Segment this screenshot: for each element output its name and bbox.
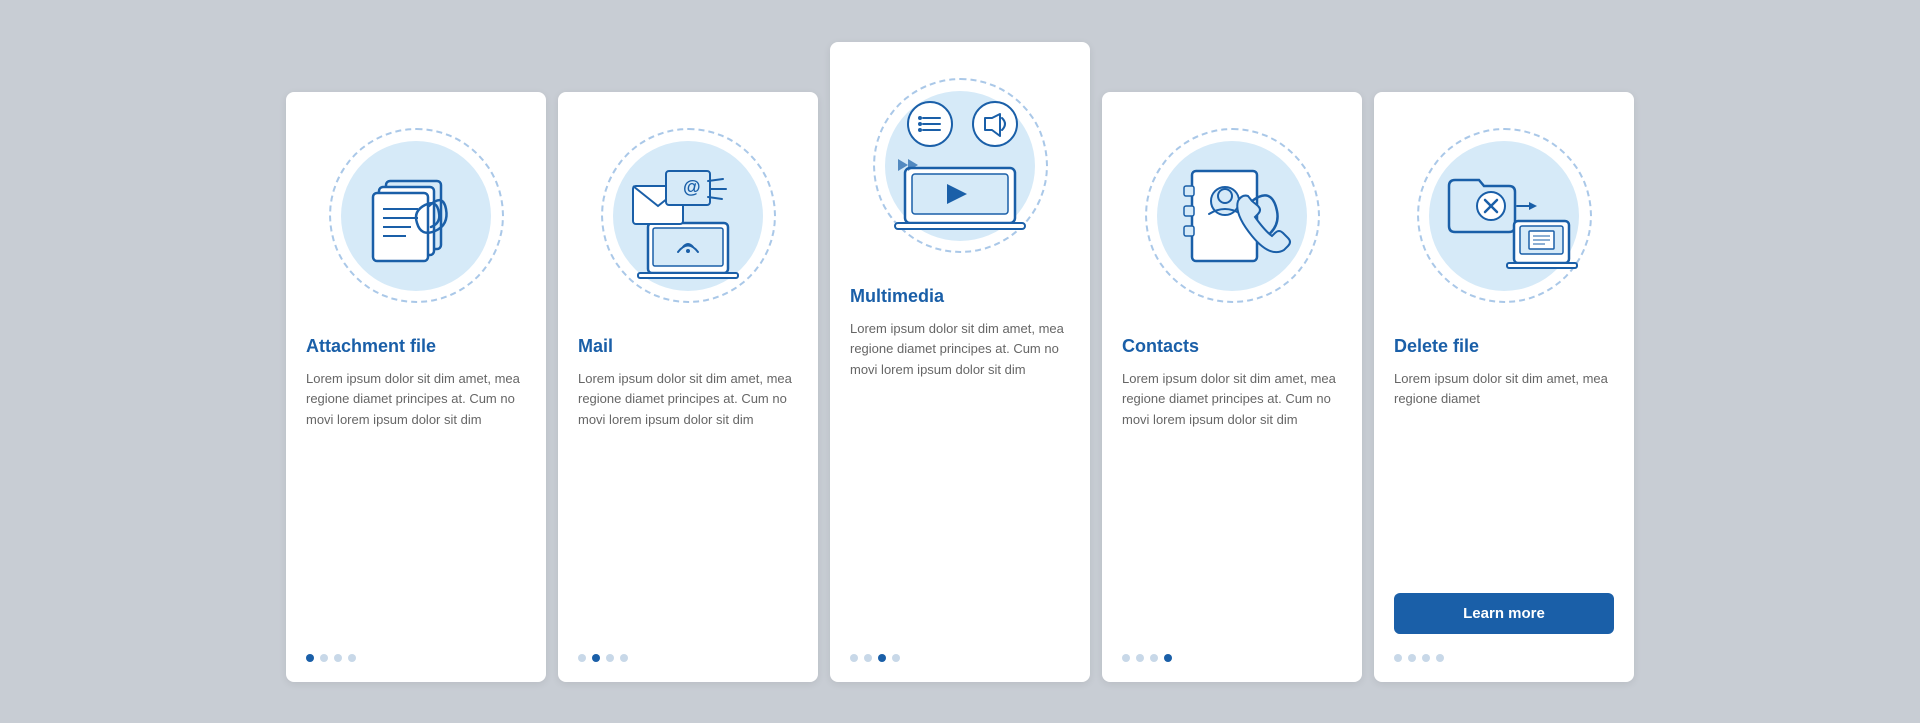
icon-area-attachment: [306, 116, 526, 316]
dots-delete: [1394, 654, 1444, 662]
dot-1: [1394, 654, 1402, 662]
dot-2: [592, 654, 600, 662]
dot-3: [606, 654, 614, 662]
cards-container: Attachment file Lorem ipsum dolor sit di…: [286, 42, 1634, 682]
dots-contacts: [1122, 654, 1172, 662]
svg-text:@: @: [683, 177, 701, 197]
dot-3: [1150, 654, 1158, 662]
dots-multimedia: [850, 654, 900, 662]
icon-area-contacts: [1122, 116, 1342, 316]
dots-mail: [578, 654, 628, 662]
card-text-mail: Lorem ipsum dolor sit dim amet, mea regi…: [578, 369, 798, 634]
icon-area-multimedia: [850, 66, 1070, 266]
card-contacts: Contacts Lorem ipsum dolor sit dim amet,…: [1102, 92, 1362, 682]
icon-area-mail: @: [578, 116, 798, 316]
card-mail: @ Mail Lorem ipsum dolor sit dim amet, m…: [558, 92, 818, 682]
card-text-attachment: Lorem ipsum dolor sit dim amet, mea regi…: [306, 369, 526, 634]
card-delete-file: Delete file Lorem ipsum dolor sit dim am…: [1374, 92, 1634, 682]
multimedia-icon: [880, 96, 1040, 236]
dot-2: [1408, 654, 1416, 662]
delete-file-icon: [1429, 146, 1579, 286]
dot-3: [334, 654, 342, 662]
dot-3: [1422, 654, 1430, 662]
attachment-file-icon: [351, 151, 481, 281]
card-title-multimedia: Multimedia: [850, 286, 944, 307]
card-text-delete: Lorem ipsum dolor sit dim amet, mea regi…: [1394, 369, 1614, 577]
dot-2: [1136, 654, 1144, 662]
dot-1: [306, 654, 314, 662]
dot-2: [320, 654, 328, 662]
card-title-contacts: Contacts: [1122, 336, 1199, 357]
card-text-contacts: Lorem ipsum dolor sit dim amet, mea regi…: [1122, 369, 1342, 634]
dot-1: [578, 654, 586, 662]
dot-4: [892, 654, 900, 662]
learn-more-button[interactable]: Learn more: [1394, 593, 1614, 634]
mail-icon: @: [618, 151, 758, 281]
dot-1: [1122, 654, 1130, 662]
dot-4: [620, 654, 628, 662]
card-attachment-file: Attachment file Lorem ipsum dolor sit di…: [286, 92, 546, 682]
card-title-attachment: Attachment file: [306, 336, 436, 357]
card-title-delete: Delete file: [1394, 336, 1479, 357]
dot-4: [1164, 654, 1172, 662]
dot-4: [1436, 654, 1444, 662]
contacts-icon: [1162, 146, 1302, 286]
dot-3: [878, 654, 886, 662]
icon-area-delete: [1394, 116, 1614, 316]
card-multimedia: Multimedia Lorem ipsum dolor sit dim ame…: [830, 42, 1090, 682]
dot-1: [850, 654, 858, 662]
card-text-multimedia: Lorem ipsum dolor sit dim amet, mea regi…: [850, 319, 1070, 634]
dot-2: [864, 654, 872, 662]
dot-4: [348, 654, 356, 662]
card-title-mail: Mail: [578, 336, 613, 357]
dots-attachment: [306, 654, 356, 662]
